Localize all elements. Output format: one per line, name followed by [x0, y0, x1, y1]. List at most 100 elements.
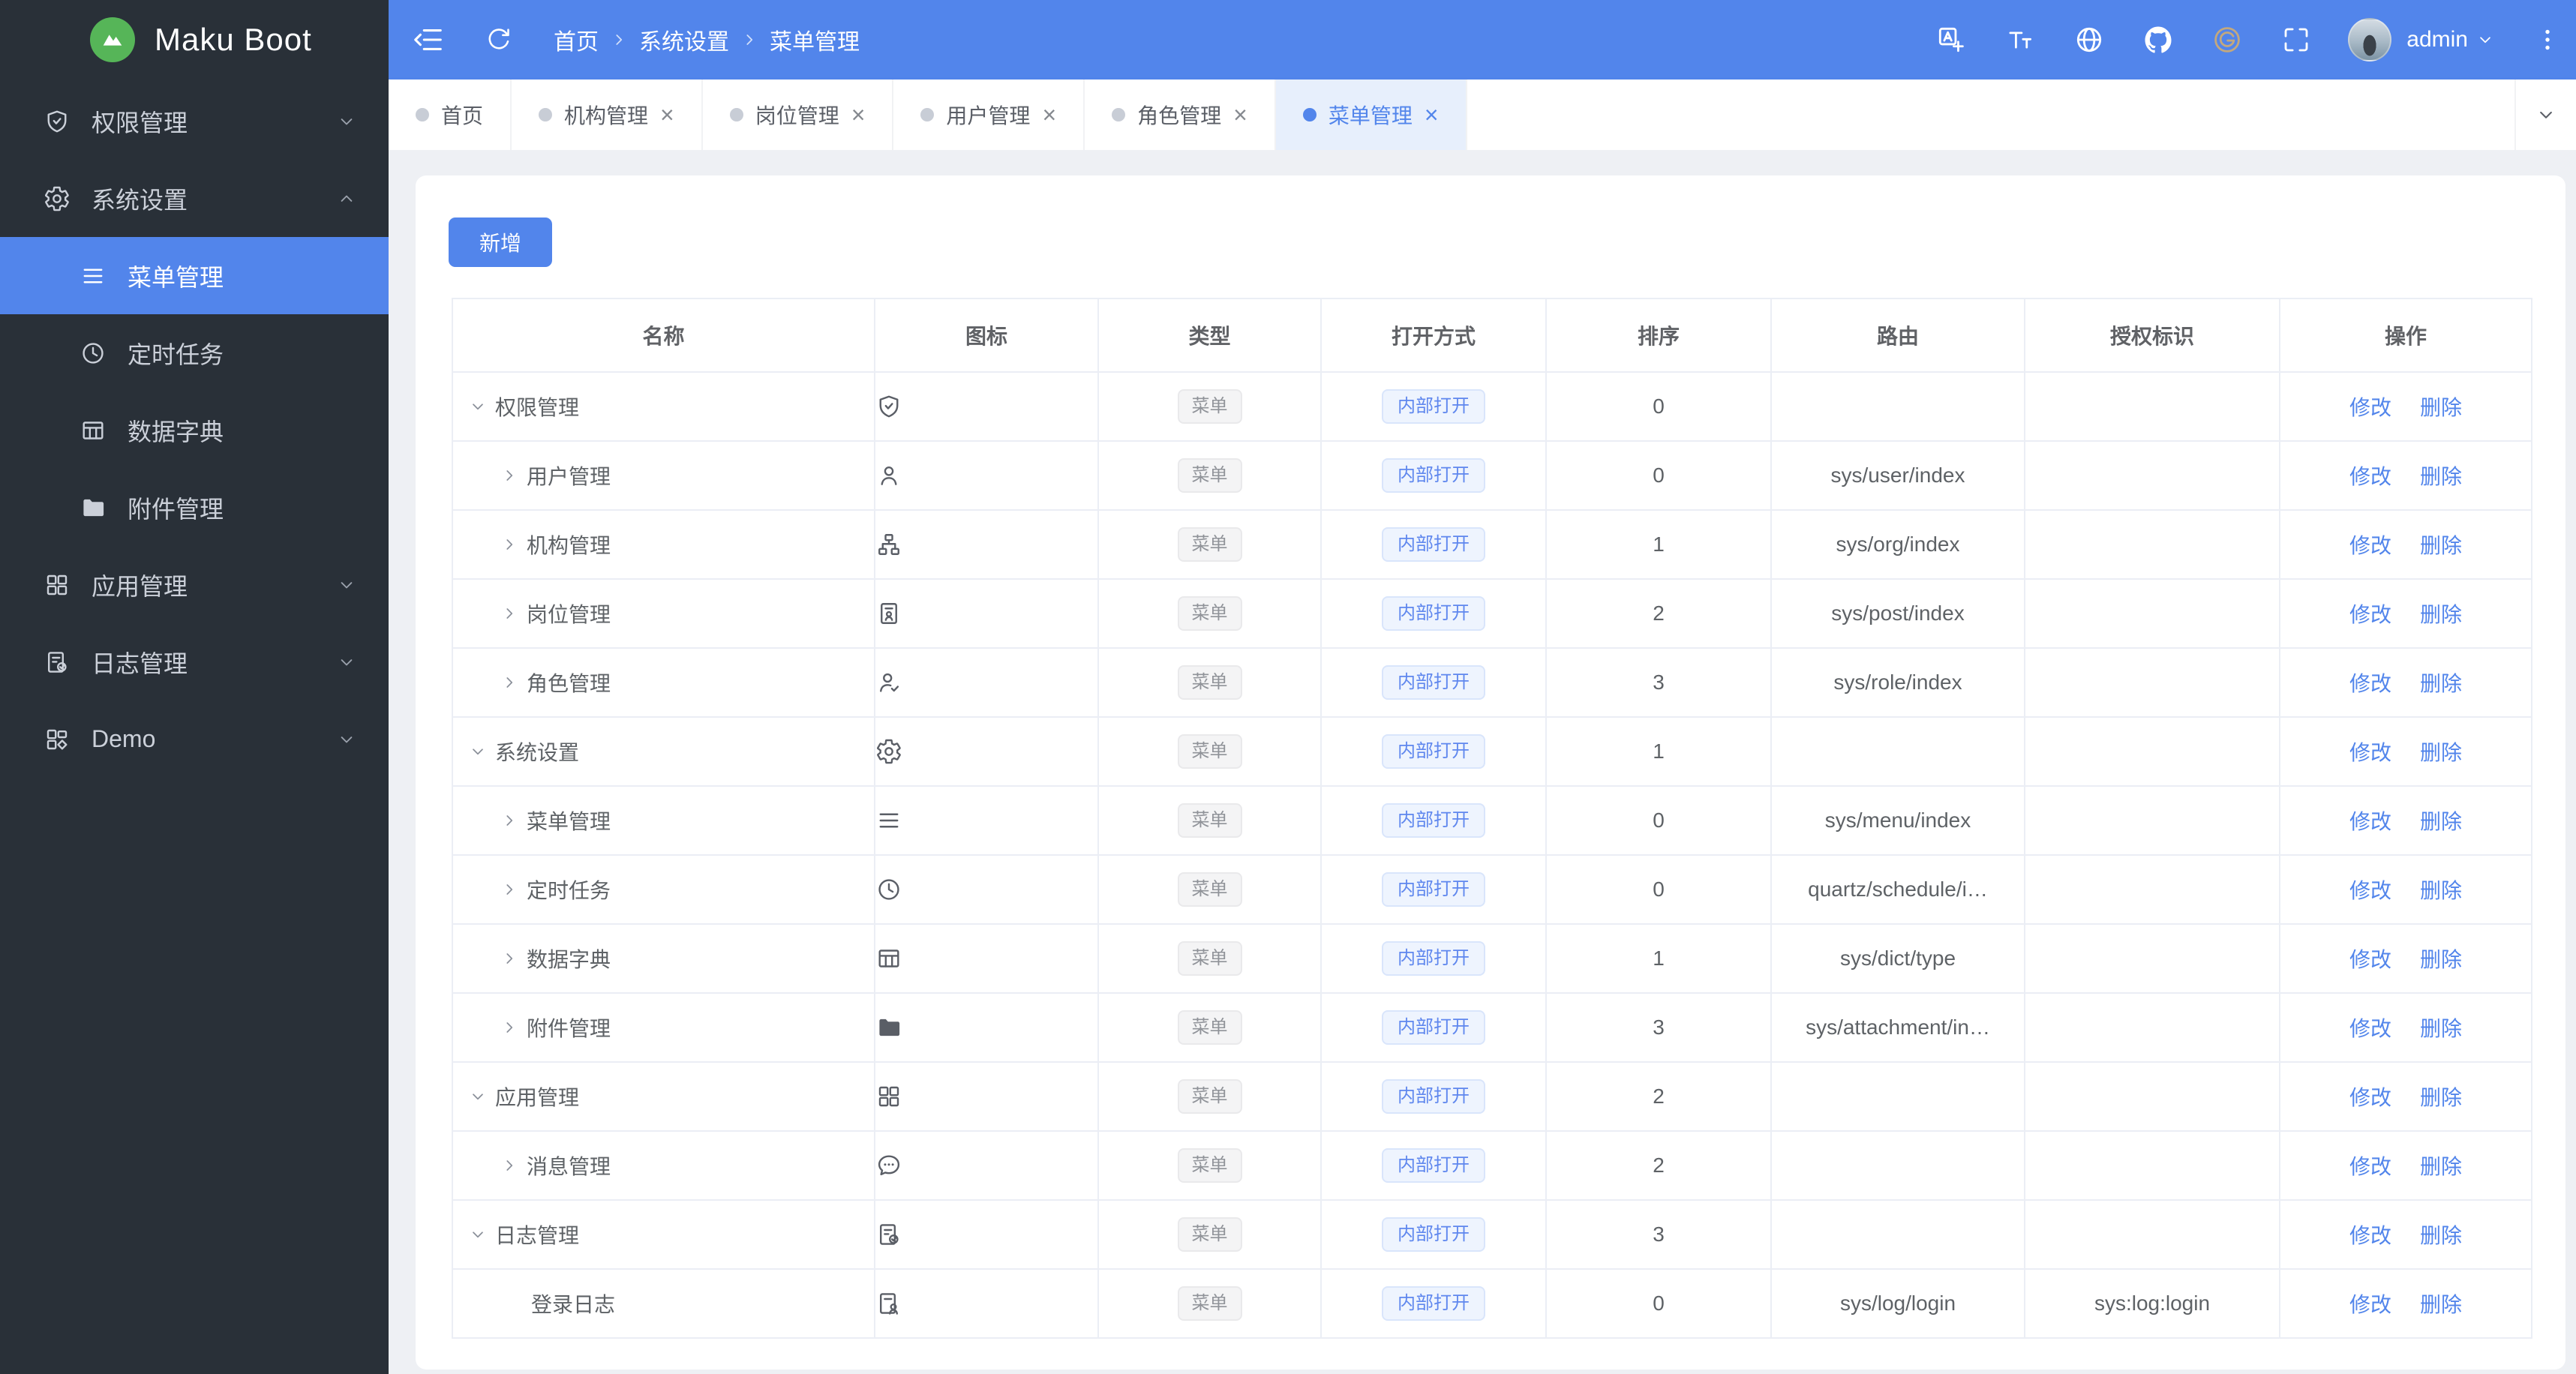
tab-menu-mgmt[interactable]: 菜单管理 × [1275, 80, 1467, 150]
delete-link[interactable]: 删除 [2420, 810, 2462, 833]
sidebar-item-label: 附件管理 [128, 495, 224, 523]
content-card: 新增 名称 图标 类型 打开方式 排序 路由 授权标识 操作 权限管理 菜单 内… [416, 176, 2565, 1370]
chevron-down-icon [2535, 104, 2557, 126]
sidebar-item-scheduled-tasks[interactable]: 定时任务 [0, 314, 389, 392]
delete-link[interactable]: 删除 [2420, 603, 2462, 626]
sidebar-collapse-button[interactable] [411, 22, 446, 57]
sidebar-item-data-dictionary[interactable]: 数据字典 [0, 392, 389, 469]
expand-arrow[interactable] [500, 604, 519, 623]
delete-link[interactable]: 删除 [2420, 1155, 2462, 1178]
edit-link[interactable]: 修改 [2349, 1155, 2391, 1178]
auth-value [2024, 371, 2280, 442]
breadcrumb-menu-mgmt[interactable]: 菜单管理 [770, 23, 860, 56]
table-row: 消息管理 菜单 内部打开 2 修改 删除 [452, 1130, 2532, 1201]
sort-value: 1 [1545, 509, 1772, 580]
close-icon[interactable]: × [1425, 103, 1439, 127]
sidebar-item-log-mgmt[interactable]: 日志管理 [0, 623, 389, 700]
app-title: Maku Boot [155, 22, 312, 57]
expand-arrow[interactable] [500, 1156, 519, 1175]
refresh-button[interactable] [485, 26, 513, 54]
chevron-down-icon[interactable] [2475, 30, 2495, 50]
tab-role-mgmt[interactable]: 角色管理 × [1085, 80, 1276, 150]
sidebar-item-app-mgmt[interactable]: 应用管理 [0, 546, 389, 623]
expand-arrow[interactable] [500, 535, 519, 554]
edit-link[interactable]: 修改 [2349, 396, 2391, 419]
maku-logo-icon [90, 17, 135, 62]
tab-user-mgmt[interactable]: 用户管理 × [893, 80, 1085, 150]
sidebar-item-system-settings[interactable]: 系统设置 [0, 160, 389, 237]
edit-link[interactable]: 修改 [2349, 1224, 2391, 1247]
breadcrumb: 首页 系统设置 菜单管理 [554, 23, 860, 56]
menu-lines-icon [875, 807, 902, 834]
sidebar-item-menu-mgmt[interactable]: 菜单管理 [0, 237, 389, 314]
edit-link[interactable]: 修改 [2349, 534, 2391, 557]
tab-post-mgmt[interactable]: 岗位管理 × [703, 80, 894, 150]
expand-arrow[interactable] [500, 673, 519, 692]
delete-link[interactable]: 删除 [2420, 1017, 2462, 1040]
translate-icon[interactable] [1935, 24, 1967, 56]
delete-link[interactable]: 删除 [2420, 396, 2462, 419]
auth-value [2024, 854, 2280, 925]
add-button[interactable]: 新增 [449, 218, 552, 267]
chevron-down-icon [336, 574, 357, 596]
sidebar-item-attachment-mgmt[interactable]: 附件管理 [0, 469, 389, 546]
open-mode-tag: 内部打开 [1382, 389, 1485, 424]
close-icon[interactable]: × [660, 103, 674, 127]
edit-link[interactable]: 修改 [2349, 1017, 2391, 1040]
log-check-icon [875, 1221, 902, 1248]
close-icon[interactable]: × [851, 103, 866, 127]
tab-org-mgmt[interactable]: 机构管理 × [512, 80, 703, 150]
delete-link[interactable]: 删除 [2420, 1086, 2462, 1109]
close-icon[interactable]: × [1042, 103, 1056, 127]
edit-link[interactable]: 修改 [2349, 741, 2391, 764]
table-row: 定时任务 菜单 内部打开 0 quartz/schedule/i… 修改 删除 [452, 854, 2532, 925]
edit-link[interactable]: 修改 [2349, 465, 2391, 488]
expand-arrow[interactable] [500, 949, 519, 968]
type-tag: 菜单 [1177, 458, 1242, 493]
username[interactable]: admin [2406, 27, 2468, 52]
sidebar-item-permission[interactable]: 权限管理 [0, 82, 389, 160]
more-dots-icon[interactable] [2534, 26, 2561, 53]
collapse-arrow[interactable] [468, 1225, 488, 1244]
expand-arrow[interactable] [500, 811, 519, 830]
sidebar-item-demo[interactable]: Demo [0, 700, 389, 778]
breadcrumb-home[interactable]: 首页 [554, 23, 599, 56]
fullscreen-icon[interactable] [2280, 24, 2312, 56]
expand-arrow[interactable] [500, 880, 519, 899]
delete-link[interactable]: 删除 [2420, 879, 2462, 902]
delete-link[interactable]: 删除 [2420, 534, 2462, 557]
edit-link[interactable]: 修改 [2349, 1293, 2391, 1316]
delete-link[interactable]: 删除 [2420, 741, 2462, 764]
close-icon[interactable]: × [1233, 103, 1247, 127]
delete-link[interactable]: 删除 [2420, 465, 2462, 488]
table-row: 附件管理 菜单 内部打开 3 sys/attachment/in… 修改 删除 [452, 992, 2532, 1063]
tab-dropdown-button[interactable] [2514, 80, 2576, 150]
delete-link[interactable]: 删除 [2420, 1293, 2462, 1316]
route-value: sys/dict/type [1770, 923, 2025, 994]
tab-home[interactable]: 首页 [389, 80, 512, 150]
gitee-icon[interactable] [2211, 24, 2243, 56]
edit-link[interactable]: 修改 [2349, 1086, 2391, 1109]
avatar[interactable] [2348, 18, 2392, 62]
edit-link[interactable]: 修改 [2349, 879, 2391, 902]
github-icon[interactable] [2142, 24, 2174, 56]
delete-link[interactable]: 删除 [2420, 672, 2462, 695]
expand-arrow[interactable] [500, 1018, 519, 1037]
edit-link[interactable]: 修改 [2349, 948, 2391, 971]
edit-link[interactable]: 修改 [2349, 810, 2391, 833]
expand-arrow[interactable] [500, 466, 519, 485]
font-size-icon[interactable] [2004, 24, 2036, 56]
delete-link[interactable]: 删除 [2420, 948, 2462, 971]
tab-dot [920, 108, 935, 122]
collapse-arrow[interactable] [468, 1087, 488, 1106]
breadcrumb-system-settings[interactable]: 系统设置 [639, 23, 729, 56]
collapse-arrow[interactable] [468, 397, 488, 416]
route-value: sys/menu/index [1770, 785, 2025, 856]
edit-link[interactable]: 修改 [2349, 672, 2391, 695]
edit-link[interactable]: 修改 [2349, 603, 2391, 626]
globe-icon[interactable] [2073, 24, 2105, 56]
collapse-arrow[interactable] [468, 742, 488, 761]
table-row: 登录日志 菜单 内部打开 0 sys/log/login sys:log:log… [452, 1268, 2532, 1339]
delete-link[interactable]: 删除 [2420, 1224, 2462, 1247]
top-header: 首页 系统设置 菜单管理 admin [389, 0, 2576, 80]
